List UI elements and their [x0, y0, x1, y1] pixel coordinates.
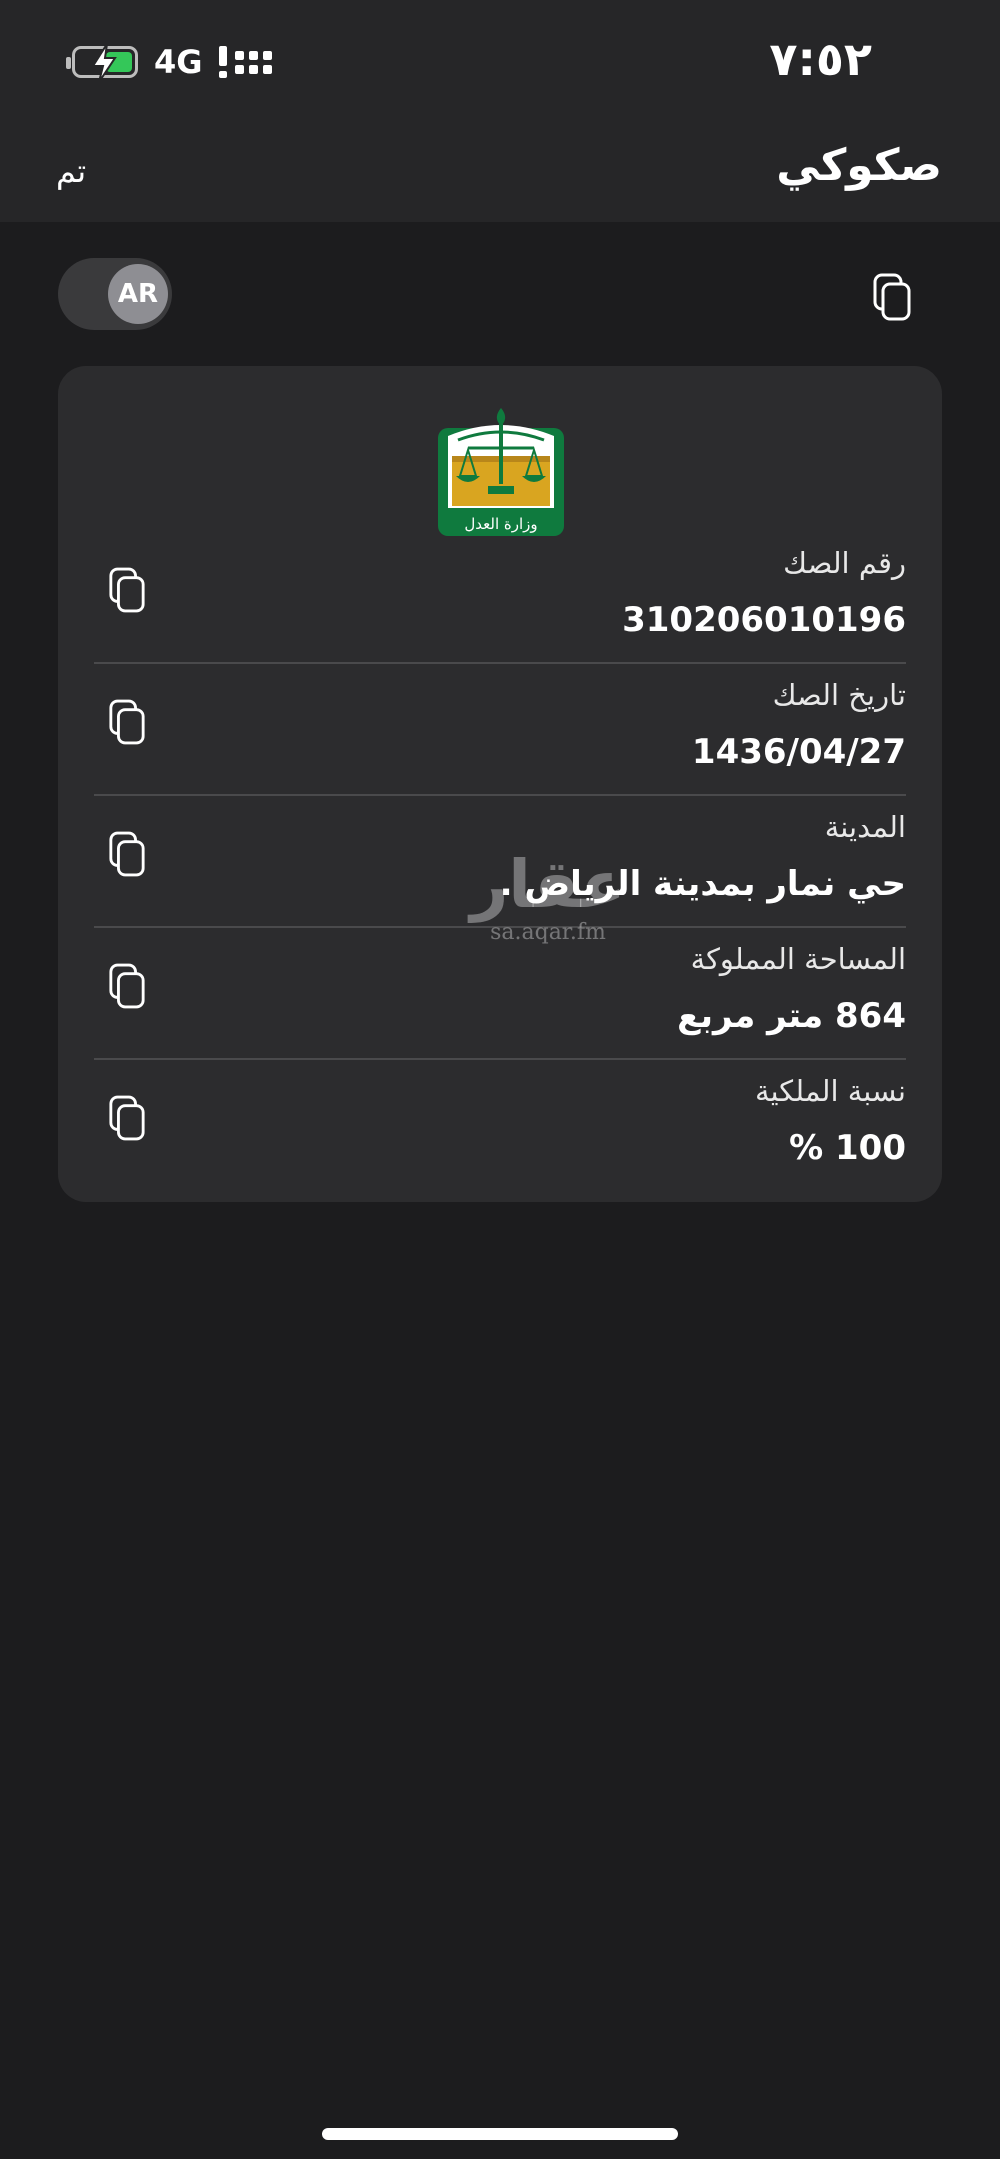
copy-owned-area-button[interactable] — [108, 962, 146, 1010]
screen: 4G ٧:٥٢ صكوكي تم AR وزارة العدل رقم الصك… — [0, 0, 1000, 2159]
field-label: نسبة الملكية — [754, 1074, 906, 1108]
watermark-logo: عقار — [470, 846, 626, 923]
copy-icon — [873, 273, 911, 321]
copy-deed-date-button[interactable] — [108, 698, 146, 746]
done-button[interactable]: تم — [56, 152, 86, 190]
copy-icon — [109, 567, 145, 613]
field-value: 864 متر مربع — [677, 996, 906, 1036]
language-toggle[interactable]: AR — [58, 258, 172, 330]
field-label: المساحة المملوكة — [690, 942, 906, 976]
status-indicators: 4G — [66, 40, 272, 84]
field-value: 1436/04/27 — [691, 732, 906, 772]
field-label: تاريخ الصك — [772, 678, 906, 712]
watermark-url: sa.aqar.fm — [490, 920, 606, 945]
copy-icon — [109, 699, 145, 745]
status-time: ٧:٥٢ — [769, 32, 872, 86]
page-title: صكوكي — [776, 140, 942, 191]
charging-bolt-icon — [91, 44, 117, 82]
field-value: 310206010196 — [622, 600, 906, 640]
field-owned-area: المساحة المملوكة 864 متر مربع — [94, 934, 906, 1066]
watermark: عقار sa.aqar.fm — [468, 846, 628, 946]
copy-city-button[interactable] — [108, 830, 146, 878]
svg-text:وزارة العدل: وزارة العدل — [464, 515, 537, 533]
field-deed-number: رقم الصك 310206010196 — [94, 538, 906, 670]
copy-icon — [109, 1095, 145, 1141]
top-bar: 4G ٧:٥٢ صكوكي تم — [0, 0, 1000, 222]
ministry-of-justice-logo: وزارة العدل — [438, 408, 564, 536]
copy-all-button[interactable] — [872, 272, 912, 322]
field-ownership-ratio: نسبة الملكية 100 % — [94, 1066, 906, 1198]
divider — [94, 794, 906, 796]
field-label: المدينة — [824, 810, 906, 844]
copy-deed-number-button[interactable] — [108, 566, 146, 614]
divider — [94, 662, 906, 664]
field-value: 100 % — [789, 1128, 906, 1168]
cellular-signal-icon — [218, 46, 272, 78]
copy-icon — [109, 831, 145, 877]
field-deed-date: تاريخ الصك 1436/04/27 — [94, 670, 906, 802]
network-type: 4G — [154, 43, 203, 81]
field-label: رقم الصك — [783, 546, 906, 580]
copy-ownership-ratio-button[interactable] — [108, 1094, 146, 1142]
deed-card: وزارة العدل رقم الصك 310206010196 تاريخ … — [58, 366, 942, 1202]
language-toggle-knob: AR — [108, 264, 168, 324]
battery-charging-icon — [66, 44, 138, 82]
home-indicator[interactable] — [322, 2128, 678, 2140]
divider — [94, 1058, 906, 1060]
copy-icon — [109, 963, 145, 1009]
